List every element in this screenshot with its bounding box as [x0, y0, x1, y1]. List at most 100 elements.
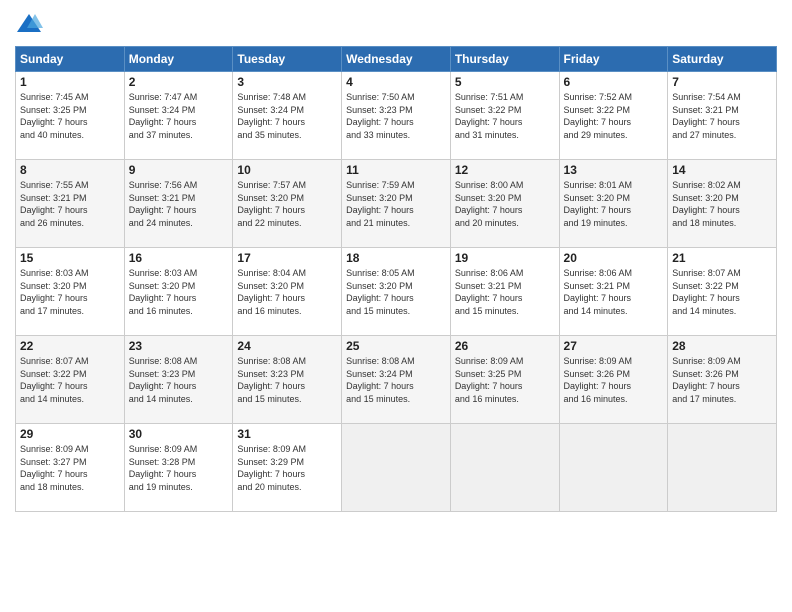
day-info: Sunrise: 8:07 AM Sunset: 3:22 PM Dayligh… [672, 267, 772, 317]
day-cell: 17 Sunrise: 8:04 AM Sunset: 3:20 PM Dayli… [233, 248, 342, 336]
week-row-2: 8 Sunrise: 7:55 AM Sunset: 3:21 PM Daylig… [16, 160, 777, 248]
day-number: 20 [564, 251, 664, 265]
day-info: Sunrise: 7:45 AM Sunset: 3:25 PM Dayligh… [20, 91, 120, 141]
day-number: 7 [672, 75, 772, 89]
day-info: Sunrise: 8:09 AM Sunset: 3:27 PM Dayligh… [20, 443, 120, 493]
day-number: 13 [564, 163, 664, 177]
logo-icon [15, 10, 43, 38]
day-info: Sunrise: 7:55 AM Sunset: 3:21 PM Dayligh… [20, 179, 120, 229]
logo [15, 10, 47, 38]
day-cell: 11Sunrise: 7:59 AM Sunset: 3:20 PM Dayli… [342, 160, 451, 248]
day-number: 11 [346, 163, 446, 177]
day-number: 8 [20, 163, 120, 177]
day-info: Sunrise: 8:02 AM Sunset: 3:20 PM Dayligh… [672, 179, 772, 229]
day-number: 24 [237, 339, 337, 353]
weekday-monday: Monday [124, 47, 233, 72]
day-number: 9 [129, 163, 229, 177]
day-number: 12 [455, 163, 555, 177]
day-cell: 3 Sunrise: 7:48 AM Sunset: 3:24 PM Daylig… [233, 72, 342, 160]
day-info: Sunrise: 8:04 AM Sunset: 3:20 PM Dayligh… [237, 267, 337, 317]
day-number: 4 [346, 75, 446, 89]
day-cell: 19 Sunrise: 8:06 AM Sunset: 3:21 PM Dayli… [450, 248, 559, 336]
day-info: Sunrise: 8:01 AM Sunset: 3:20 PM Dayligh… [564, 179, 664, 229]
day-cell: 10 Sunrise: 7:57 AM Sunset: 3:20 PM Dayli… [233, 160, 342, 248]
day-number: 29 [20, 427, 120, 441]
day-number: 3 [237, 75, 337, 89]
weekday-wednesday: Wednesday [342, 47, 451, 72]
weekday-friday: Friday [559, 47, 668, 72]
day-cell: 30 Sunrise: 8:09 AM Sunset: 3:28 PM Dayli… [124, 424, 233, 512]
day-number: 1 [20, 75, 120, 89]
day-cell [342, 424, 451, 512]
day-info: Sunrise: 8:03 AM Sunset: 3:20 PM Dayligh… [129, 267, 229, 317]
day-cell [450, 424, 559, 512]
day-cell: 5 Sunrise: 7:51 AM Sunset: 3:22 PM Daylig… [450, 72, 559, 160]
day-info: Sunrise: 7:47 AM Sunset: 3:24 PM Dayligh… [129, 91, 229, 141]
day-info: Sunrise: 8:08 AM Sunset: 3:23 PM Dayligh… [237, 355, 337, 405]
day-info: Sunrise: 7:48 AM Sunset: 3:24 PM Dayligh… [237, 91, 337, 141]
day-cell: 27Sunrise: 8:09 AM Sunset: 3:26 PM Dayli… [559, 336, 668, 424]
day-cell: 15Sunrise: 8:03 AM Sunset: 3:20 PM Dayli… [16, 248, 125, 336]
day-cell: 31Sunrise: 8:09 AM Sunset: 3:29 PM Dayli… [233, 424, 342, 512]
day-number: 5 [455, 75, 555, 89]
week-row-1: 1 Sunrise: 7:45 AM Sunset: 3:25 PM Daylig… [16, 72, 777, 160]
day-cell: 18 Sunrise: 8:05 AM Sunset: 3:20 PM Dayli… [342, 248, 451, 336]
day-number: 23 [129, 339, 229, 353]
week-row-3: 15 Sunrise: 8:03 AM Sunset: 3:20 PM Dayli… [16, 248, 777, 336]
day-number: 28 [672, 339, 772, 353]
day-cell: 6 Sunrise: 7:52 AM Sunset: 3:22 PM Daylig… [559, 72, 668, 160]
day-info: Sunrise: 8:05 AM Sunset: 3:20 PM Dayligh… [346, 267, 446, 317]
day-cell: 9 Sunrise: 7:56 AM Sunset: 3:21 PM Daylig… [124, 160, 233, 248]
day-cell: 8 Sunrise: 7:55 AM Sunset: 3:21 PM Daylig… [16, 160, 125, 248]
day-cell: 25Sunrise: 8:08 AM Sunset: 3:24 PM Dayli… [342, 336, 451, 424]
day-info: Sunrise: 7:54 AM Sunset: 3:21 PM Dayligh… [672, 91, 772, 141]
day-cell: 7 Sunrise: 7:54 AM Sunset: 3:21 PM Daylig… [668, 72, 777, 160]
day-info: Sunrise: 8:06 AM Sunset: 3:21 PM Dayligh… [455, 267, 555, 317]
day-info: Sunrise: 8:08 AM Sunset: 3:24 PM Dayligh… [346, 355, 446, 405]
day-cell: 13 Sunrise: 8:01 AM Sunset: 3:20 PM Dayli… [559, 160, 668, 248]
page: SundayMondayTuesdayWednesdayThursdayFrid… [0, 0, 792, 612]
day-number: 10 [237, 163, 337, 177]
day-info: Sunrise: 8:06 AM Sunset: 3:21 PM Dayligh… [564, 267, 664, 317]
day-info: Sunrise: 8:07 AM Sunset: 3:22 PM Dayligh… [20, 355, 120, 405]
day-cell: 22 Sunrise: 8:07 AM Sunset: 3:22 PM Dayli… [16, 336, 125, 424]
day-info: Sunrise: 8:09 AM Sunset: 3:28 PM Dayligh… [129, 443, 229, 493]
day-info: Sunrise: 7:56 AM Sunset: 3:21 PM Dayligh… [129, 179, 229, 229]
day-number: 18 [346, 251, 446, 265]
day-number: 27 [564, 339, 664, 353]
weekday-header-row: SundayMondayTuesdayWednesdayThursdayFrid… [16, 47, 777, 72]
day-number: 2 [129, 75, 229, 89]
day-number: 14 [672, 163, 772, 177]
day-cell: 12 Sunrise: 8:00 AM Sunset: 3:20 PM Dayli… [450, 160, 559, 248]
day-cell: 20 Sunrise: 8:06 AM Sunset: 3:21 PM Dayli… [559, 248, 668, 336]
day-info: Sunrise: 8:00 AM Sunset: 3:20 PM Dayligh… [455, 179, 555, 229]
day-cell [668, 424, 777, 512]
day-info: Sunrise: 8:09 AM Sunset: 3:25 PM Dayligh… [455, 355, 555, 405]
day-info: Sunrise: 7:57 AM Sunset: 3:20 PM Dayligh… [237, 179, 337, 229]
day-number: 19 [455, 251, 555, 265]
week-row-5: 29 Sunrise: 8:09 AM Sunset: 3:27 PM Dayli… [16, 424, 777, 512]
day-info: Sunrise: 8:09 AM Sunset: 3:29 PM Dayligh… [237, 443, 337, 493]
day-cell: 1 Sunrise: 7:45 AM Sunset: 3:25 PM Daylig… [16, 72, 125, 160]
day-cell: 26 Sunrise: 8:09 AM Sunset: 3:25 PM Dayli… [450, 336, 559, 424]
day-number: 26 [455, 339, 555, 353]
day-cell: 24 Sunrise: 8:08 AM Sunset: 3:23 PM Dayli… [233, 336, 342, 424]
day-number: 22 [20, 339, 120, 353]
weekday-tuesday: Tuesday [233, 47, 342, 72]
day-info: Sunrise: 8:08 AM Sunset: 3:23 PM Dayligh… [129, 355, 229, 405]
day-number: 6 [564, 75, 664, 89]
weekday-thursday: Thursday [450, 47, 559, 72]
day-info: Sunrise: 7:52 AM Sunset: 3:22 PM Dayligh… [564, 91, 664, 141]
day-info: Sunrise: 7:50 AM Sunset: 3:23 PM Dayligh… [346, 91, 446, 141]
day-number: 16 [129, 251, 229, 265]
day-info: Sunrise: 7:51 AM Sunset: 3:22 PM Dayligh… [455, 91, 555, 141]
day-number: 21 [672, 251, 772, 265]
day-cell: 23 Sunrise: 8:08 AM Sunset: 3:23 PM Dayli… [124, 336, 233, 424]
day-number: 30 [129, 427, 229, 441]
day-cell: 2 Sunrise: 7:47 AM Sunset: 3:24 PM Daylig… [124, 72, 233, 160]
day-number: 17 [237, 251, 337, 265]
calendar: SundayMondayTuesdayWednesdayThursdayFrid… [15, 46, 777, 512]
day-cell: 29 Sunrise: 8:09 AM Sunset: 3:27 PM Dayli… [16, 424, 125, 512]
week-row-4: 22 Sunrise: 8:07 AM Sunset: 3:22 PM Dayli… [16, 336, 777, 424]
day-number: 15 [20, 251, 120, 265]
